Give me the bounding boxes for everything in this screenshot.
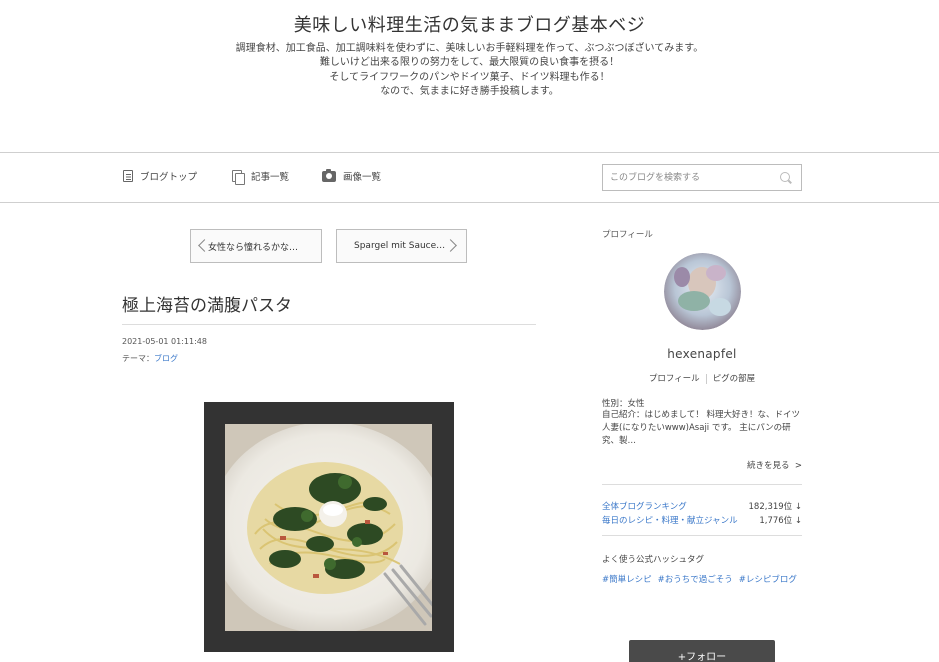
trend-down-icon: ↓ [794, 502, 802, 512]
entries-icon [232, 169, 245, 185]
profile-name[interactable]: hexenapfel [602, 347, 802, 361]
hashtag-list: #簡単レシピ #おうちで過ごそう #レシピブログ [602, 571, 804, 590]
nav-blog-top[interactable]: ブログトップ [123, 169, 197, 183]
ranking-name[interactable]: 毎日のレシピ・料理・献立ジャンル [602, 516, 738, 526]
entry-datetime: 2021-05-01 01:11:48 [122, 337, 207, 346]
next-entry-button[interactable]: Spargel mit Sauce… [336, 229, 467, 263]
nav-entry-list[interactable]: 記事一覧 [232, 169, 290, 185]
nav-image-list-label: 画像一覧 [343, 172, 382, 183]
blog-description-line: 調理食材、加工食品、加工調味料を使わずに、美味しいお手軽料理を作って、ぶつぶつぼ… [235, 43, 704, 54]
profile-more-label: 続きを見る [746, 461, 790, 471]
hashtag-heading: よく使う公式ハッシュタグ [602, 555, 705, 565]
nav-blog-top-label: ブログトップ [140, 172, 198, 183]
entry-image-frame [204, 402, 454, 652]
blog-nav-bar: ブログトップ 記事一覧 画像一覧 [0, 152, 939, 203]
ranking-value-group: 1,776位 ↓ [759, 514, 802, 526]
trend-down-icon: ↓ [794, 516, 802, 526]
ranking-value: 1,776位 [759, 516, 793, 526]
ranking-value: 182,319位 [748, 502, 793, 512]
blog-description: 調理食材、加工食品、加工調味料を使わずに、美味しいお手軽料理を作って、ぶつぶつぼ… [0, 42, 939, 100]
chevron-right-icon: > [792, 461, 802, 471]
avatar[interactable] [664, 253, 741, 330]
avatar-image [664, 253, 741, 330]
follow-button[interactable]: +フォロー [629, 640, 775, 662]
profile-more-link[interactable]: 続きを見る > [602, 459, 802, 471]
chevron-right-icon [444, 239, 457, 252]
divider [122, 324, 536, 325]
blog-description-line: なので、気ままに好き勝手投稿します。 [380, 86, 559, 98]
blog-search [602, 164, 802, 191]
blog-description-line: そしてライフワークのパンやドイツ菓子、ドイツ料理も作る！ [329, 71, 610, 83]
hashtag-link[interactable]: #おうちで過ごそう [658, 575, 733, 585]
nav-image-list[interactable]: 画像一覧 [322, 168, 382, 183]
divider [602, 535, 802, 536]
profile-link[interactable]: プロフィール [649, 374, 700, 384]
previous-entry-button[interactable]: 女性なら憧れるかな… [190, 229, 322, 263]
search-icon[interactable] [780, 172, 792, 184]
entry-theme-prefix: テーマ： [122, 354, 154, 363]
camera-icon [322, 168, 336, 182]
pasta-photo-illustration [225, 424, 432, 631]
entry-theme: テーマ：ブログ [122, 353, 178, 364]
blog-description-line: 難しいけど出来る限りの努力をして、最大限質の良い食事を摂る！ [319, 57, 620, 69]
divider [705, 373, 707, 384]
ranking-row: 毎日のレシピ・料理・献立ジャンル 1,776位 ↓ [602, 514, 802, 526]
profile-gender: 性別：女性 [602, 399, 645, 409]
document-icon [123, 170, 133, 182]
search-input[interactable] [603, 165, 773, 190]
pasta-photo[interactable] [225, 424, 432, 631]
blog-header: 美味しい料理生活の気ままブログ基本ベジ 調理食材、加工食品、加工調味料を使わずに… [0, 0, 939, 152]
hashtag-link[interactable]: #簡単レシピ [602, 575, 652, 585]
profile-bio: 自己紹介：はじめまして！ 料理大好き！な、ドイツ人妻(になりたいwww)Asaj… [602, 410, 800, 446]
profile-heading: プロフィール [602, 230, 653, 240]
previous-entry-label: 女性なら憧れるかな… [208, 242, 299, 253]
next-entry-label: Spargel mit Sauce… [354, 241, 446, 251]
divider [602, 484, 802, 485]
entry-theme-link[interactable]: ブログ [154, 354, 178, 363]
ranking-name[interactable]: 全体ブログランキング [602, 502, 687, 512]
pigg-room-link[interactable]: ピグの部屋 [713, 374, 756, 384]
ranking-row: 全体ブログランキング 182,319位 ↓ [602, 500, 802, 512]
entry-title[interactable]: 極上海苔の満腹パスタ [122, 291, 292, 316]
hashtag-link[interactable]: #レシピブログ [739, 575, 797, 585]
profile-links: プロフィール ピグの部屋 [602, 372, 802, 384]
nav-entry-list-label: 記事一覧 [251, 172, 290, 183]
ranking-value-group: 182,319位 ↓ [749, 500, 802, 512]
blog-title[interactable]: 美味しい料理生活の気ままブログ基本ベジ [0, 11, 939, 37]
